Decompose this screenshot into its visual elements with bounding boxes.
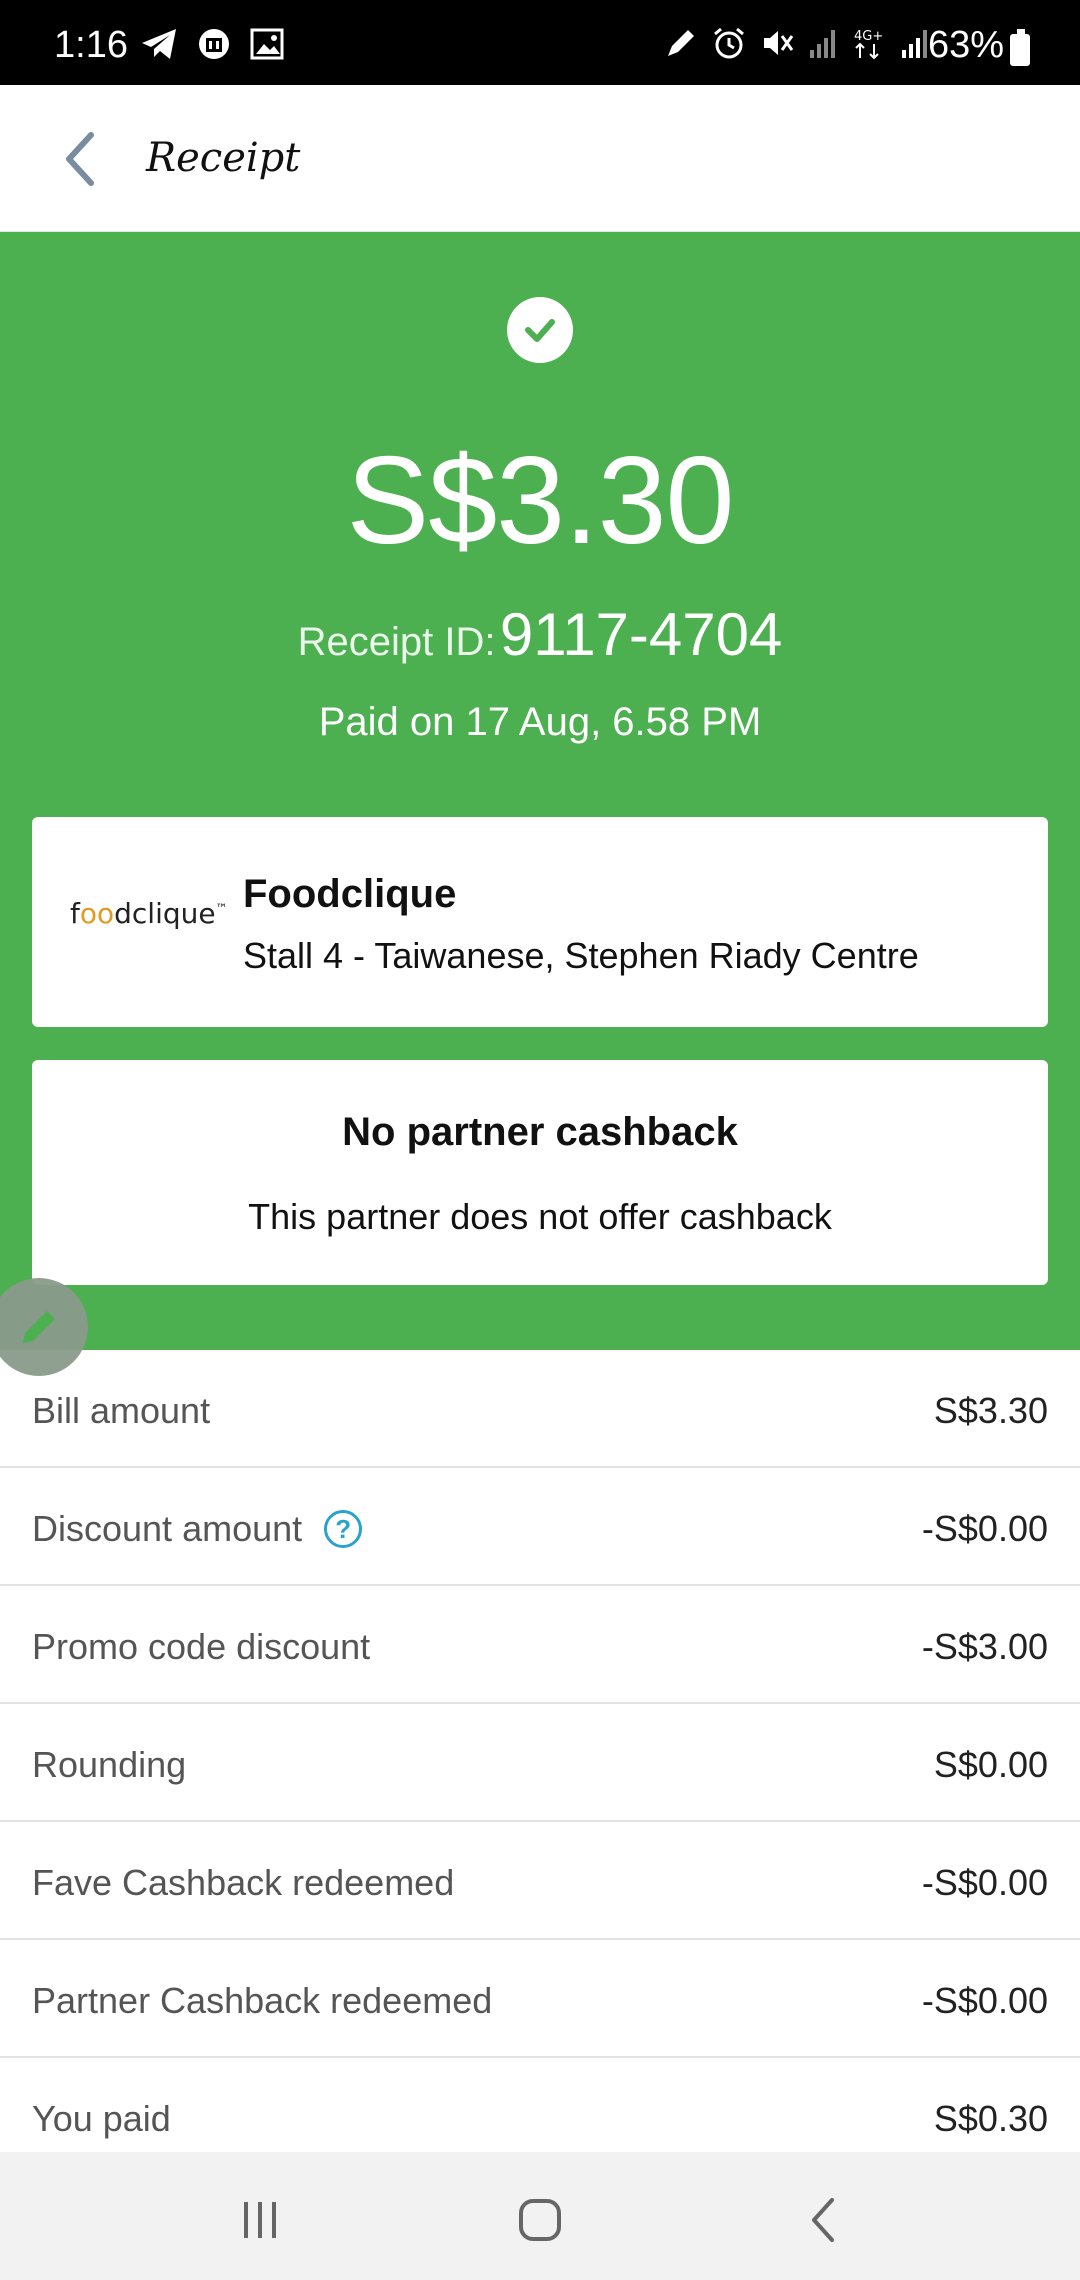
row-label: Promo code discount [32, 1626, 371, 1667]
status-left-icons [140, 26, 284, 62]
row-value: S$3.30 [933, 1390, 1048, 1431]
breakdown-row: Partner Cashback redeemed -S$0.00 [0, 1940, 1080, 2058]
back-arrow-icon [66, 132, 94, 186]
row-value: S$0.00 [933, 1744, 1048, 1785]
cashback-subtitle: This partner does not offer cashback [248, 1196, 832, 1237]
back-icon [812, 2198, 834, 2242]
recent-apps-icon [244, 2202, 276, 2238]
breakdown-row: Bill amount S$3.30 [0, 1350, 1080, 1468]
receipt-id-value: 9117-4704 [499, 601, 783, 668]
receipt-id-label: Receipt ID: [297, 620, 496, 664]
merchant-logo: foodclique™ [70, 897, 250, 943]
breakdown-row: Fave Cashback redeemed -S$0.00 [0, 1822, 1080, 1940]
row-label: Rounding [32, 1744, 187, 1785]
row-label: Bill amount [32, 1390, 211, 1431]
paid-on-date: Paid on 17 Aug, 6.58 PM [318, 700, 762, 744]
row-label: Fave Cashback redeemed [32, 1862, 455, 1903]
row-label: Partner Cashback redeemed [32, 1980, 493, 2021]
back-button[interactable] [44, 121, 114, 197]
row-value: -S$0.00 [921, 1862, 1048, 1903]
row-label: Discount amount [32, 1508, 303, 1549]
merchant-card[interactable]: foodclique™ Foodclique Stall 4 - Taiwane… [32, 817, 1048, 1027]
pencil-icon [23, 1311, 55, 1343]
total-amount: S$3.30 [346, 432, 734, 570]
cashback-card: No partner cashback This partner does no… [32, 1060, 1048, 1285]
row-value: -S$3.00 [921, 1626, 1048, 1667]
breakdown-row: Discount amount ? -S$0.00 [0, 1468, 1080, 1586]
cashback-title: No partner cashback [342, 1110, 738, 1154]
payment-breakdown: Bill amount S$3.30 Discount amount ? -S$… [0, 1350, 1080, 2176]
logo-text-part: dclique [114, 897, 216, 930]
telegram-icon [142, 29, 176, 59]
status-right-icons: 4G+ [664, 26, 930, 60]
recent-apps-button[interactable] [230, 2190, 290, 2250]
page-title: Receipt [146, 135, 301, 181]
pen-icon [668, 30, 694, 56]
row-label: You paid [32, 2098, 171, 2139]
gallery-icon [250, 28, 284, 60]
nav-back-button[interactable] [794, 2190, 854, 2250]
status-time: 1:16 [54, 24, 128, 66]
logo-text-part: oo [79, 897, 115, 930]
system-nav-bar [0, 2152, 1080, 2280]
breakdown-row: Promo code discount -S$3.00 [0, 1586, 1080, 1704]
success-check-icon [507, 297, 573, 363]
app-icon [199, 29, 229, 59]
receipt-id-row: Receipt ID: 9117-4704 [0, 600, 1080, 669]
4g-icon: 4G+ [854, 29, 883, 60]
home-icon [519, 2199, 561, 2241]
svg-text:4G+: 4G+ [854, 29, 883, 44]
breakdown-row: Rounding S$0.00 [0, 1704, 1080, 1822]
home-button[interactable] [510, 2190, 570, 2250]
row-value: S$0.30 [933, 2098, 1048, 2139]
help-icon[interactable]: ? [324, 1510, 363, 1548]
signal-icon [902, 30, 927, 58]
row-value: -S$0.00 [921, 1508, 1048, 1549]
status-bar: 1:16 4G+ 63% [0, 0, 1080, 85]
row-value: -S$0.00 [921, 1980, 1048, 2021]
merchant-location: Stall 4 - Taiwanese, Stephen Riady Centr… [243, 935, 919, 976]
alarm-icon [714, 27, 744, 59]
logo-tm: ™ [215, 901, 228, 916]
battery-icon [1010, 29, 1030, 66]
battery-percent: 63% [927, 24, 1004, 66]
logo-text-part: f [70, 897, 80, 930]
app-bar: Receipt [0, 85, 1080, 232]
merchant-name: Foodclique [243, 872, 457, 916]
mute-icon [764, 31, 794, 55]
signal-icon [810, 30, 835, 58]
